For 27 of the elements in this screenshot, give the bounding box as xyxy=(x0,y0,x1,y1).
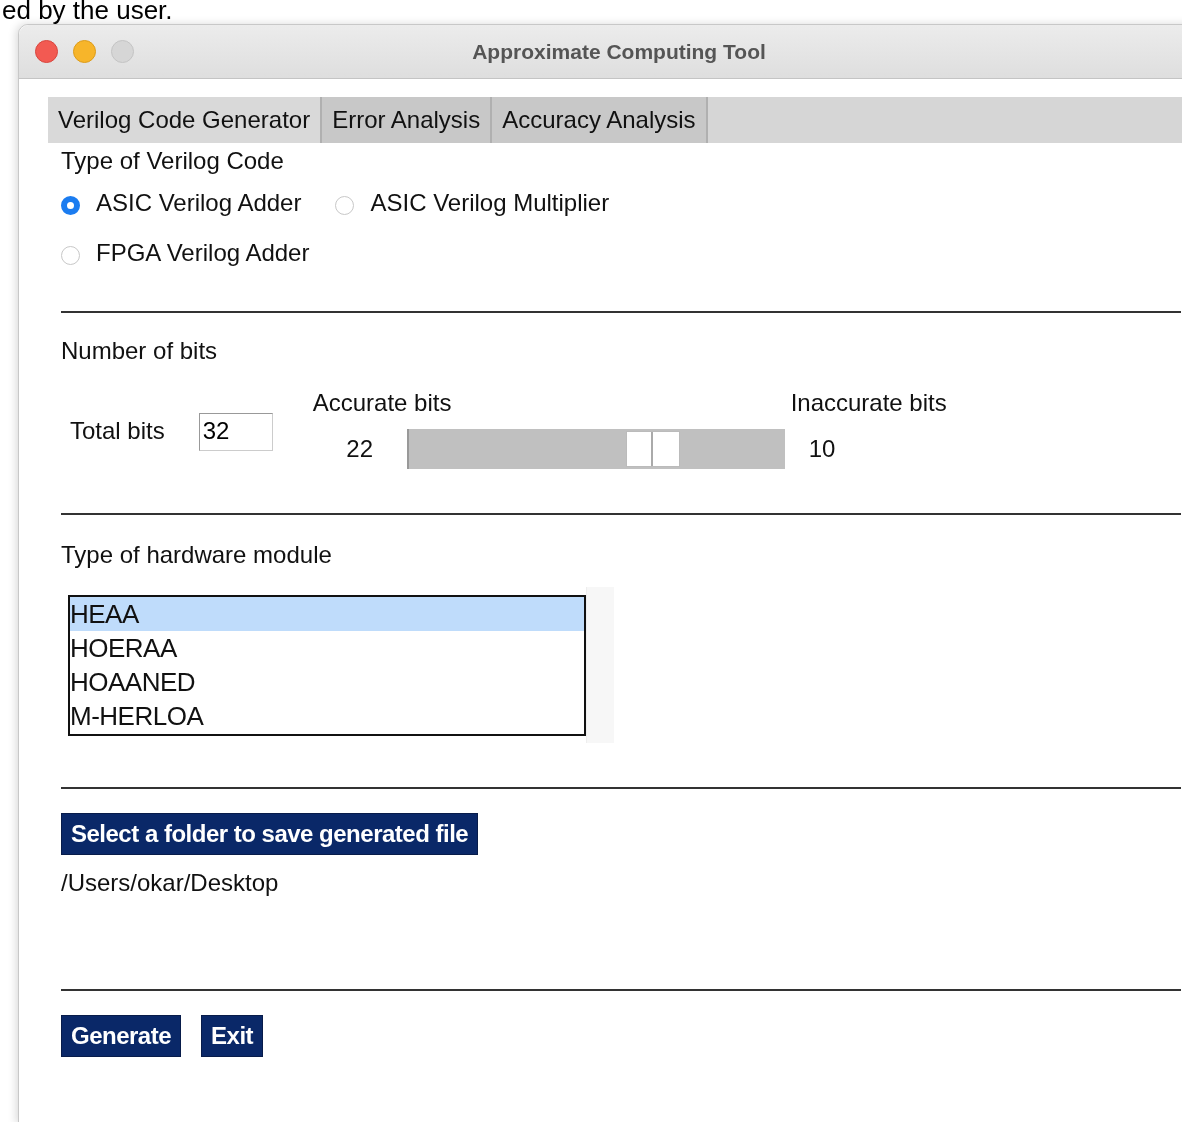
slider-value: 22 xyxy=(345,435,375,463)
section-heading: Type of hardware module xyxy=(61,541,333,569)
close-button[interactable] xyxy=(35,40,58,63)
tab[interactable]: Accuracy Analysis xyxy=(492,97,708,143)
section-heading: Type of Verilog Code xyxy=(61,147,285,175)
section-heading: Number of bits xyxy=(61,337,219,365)
total-bits-field[interactable]: 32 xyxy=(198,413,273,451)
select-folder-button[interactable]: Select a folder to save generated file xyxy=(61,813,479,855)
list-item[interactable]: HEAA xyxy=(70,597,584,631)
list-item[interactable]: HOAANED xyxy=(70,665,584,699)
generate-button[interactable]: Generate xyxy=(61,1015,182,1057)
zoom-button[interactable] xyxy=(111,40,134,63)
field-label: Total bits xyxy=(70,417,165,445)
window-title: Approximate Computing Tool xyxy=(471,39,767,64)
slider-track[interactable] xyxy=(406,429,785,469)
list-box[interactable]: HEAA HOERAA HOAANED M-HERLOA xyxy=(68,595,586,736)
slider-value: 10 xyxy=(808,435,836,463)
list-item[interactable]: M-HERLOA xyxy=(70,699,584,733)
list-item[interactable]: HOERAA xyxy=(70,631,584,665)
folder-path: /Users/okar/Desktop xyxy=(61,869,280,897)
exit-button[interactable]: Exit xyxy=(201,1015,264,1057)
slider-label: Inaccurate bits xyxy=(790,389,947,417)
tab[interactable]: Error Analysis xyxy=(322,97,493,143)
document-text: ed by the user. xyxy=(2,0,173,24)
slider-label: Accurate bits xyxy=(312,389,452,417)
minimize-button[interactable] xyxy=(73,40,96,63)
slider-thumb[interactable] xyxy=(626,431,681,467)
